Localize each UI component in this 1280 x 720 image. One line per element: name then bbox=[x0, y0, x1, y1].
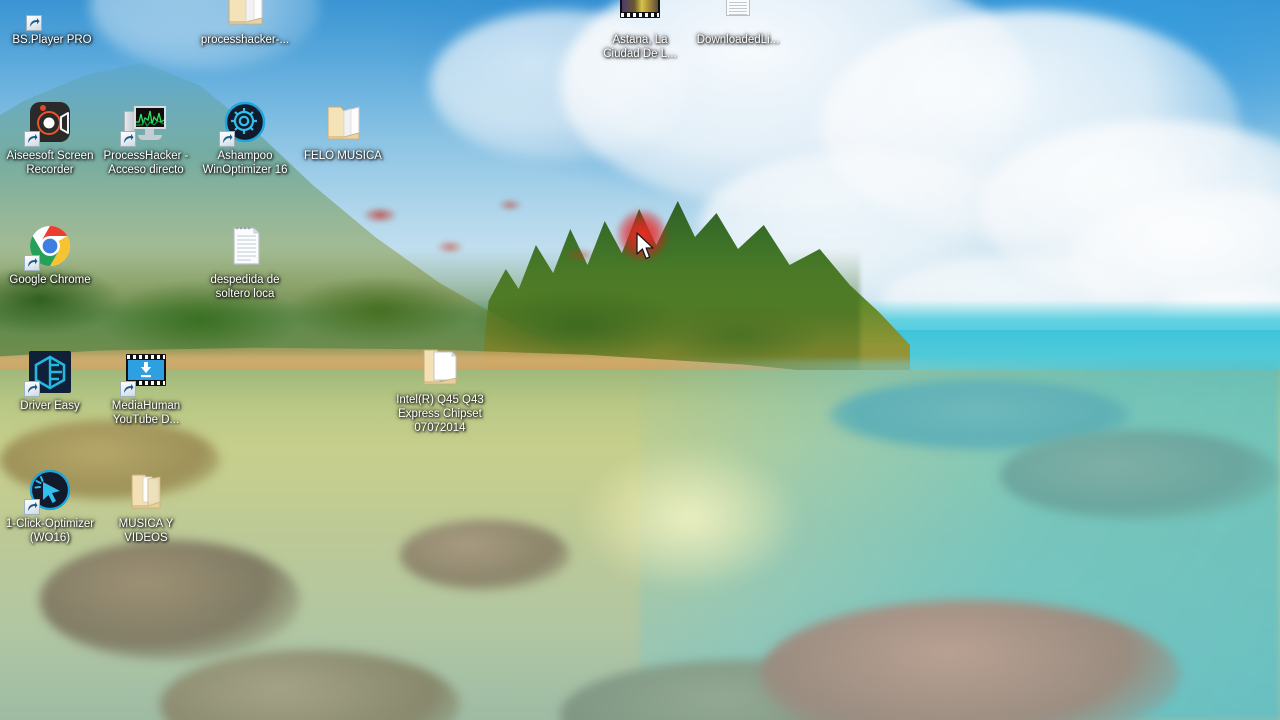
desktop-icon-driver-easy[interactable]: Driver Easy bbox=[2, 348, 98, 413]
desktop-icon-despedida-de-soltero-loca[interactable]: despedida de soltero loca bbox=[197, 222, 293, 301]
desktop-icon-process-hacker[interactable]: ProcessHacker - Acceso directo bbox=[98, 98, 194, 177]
click-cursor-circle-icon bbox=[24, 466, 74, 515]
wallpaper-rock bbox=[40, 540, 300, 660]
film-strip-icon bbox=[616, 0, 664, 30]
driver-easy-hexagon-icon bbox=[24, 348, 74, 397]
desktop-icon-bs-player-pro[interactable]: BS BS.Player PRO bbox=[4, 0, 100, 47]
wallpaper-rock bbox=[560, 660, 920, 720]
shortcut-arrow-icon bbox=[120, 131, 136, 147]
open-folder-icon bbox=[221, 0, 269, 30]
desktop-icon-felo-musica[interactable]: FELO MUSICA bbox=[295, 98, 391, 163]
documents-folder-icon bbox=[122, 466, 170, 514]
wallpaper-reef bbox=[1000, 430, 1280, 520]
shortcut-arrow-icon bbox=[24, 131, 40, 147]
wallpaper-red-brush bbox=[330, 185, 690, 275]
shortcut-arrow-icon bbox=[26, 15, 42, 31]
wallpaper-reef bbox=[830, 380, 1130, 450]
document-folder-icon bbox=[416, 342, 464, 390]
cloud bbox=[880, 255, 1170, 350]
shortcut-arrow-icon bbox=[24, 255, 40, 271]
desktop-icon-downloaded-list[interactable]: DownloadedLi... bbox=[690, 0, 786, 47]
desktop-icon-one-click-optimizer[interactable]: 1-Click-Optimizer (WO16) bbox=[2, 466, 98, 545]
wallpaper-lagoon-turquoise bbox=[640, 360, 1280, 720]
desktop-icon-aiseesoft-screen-recorder[interactable]: Aiseesoft Screen Recorder bbox=[2, 98, 98, 177]
chrome-icon bbox=[24, 222, 74, 271]
desktop-icon-label: FELO MUSICA bbox=[304, 150, 382, 162]
shortcut-arrow-icon bbox=[219, 131, 235, 147]
wallpaper-sun-glitter bbox=[520, 430, 860, 650]
desktop-icon-label: 1-Click-Optimizer (WO16) bbox=[5, 518, 95, 544]
shortcut-arrow-icon bbox=[120, 381, 136, 397]
click-highlight-effect bbox=[617, 210, 667, 260]
desktop-icon-label: Astana, La Ciudad De L... bbox=[603, 34, 677, 60]
bs-player-icon: BS bbox=[26, 0, 76, 31]
desktop-icon-musica-y-videos[interactable]: MUSICA Y VIDEOS bbox=[98, 466, 194, 545]
desktop-icon-label: Google Chrome bbox=[9, 274, 91, 286]
screen-recorder-icon bbox=[24, 98, 74, 147]
desktop-icon-label: BS.Player PRO bbox=[12, 34, 92, 46]
desktop-root[interactable]: BS BS.Player PRO processhacker-... bbox=[0, 0, 1280, 720]
desktop-icon-label: Intel(R) Q45 Q43 Express Chipset 0707201… bbox=[396, 394, 484, 434]
desktop-icon-label: DownloadedLi... bbox=[696, 34, 780, 46]
shortcut-arrow-icon bbox=[24, 499, 40, 515]
desktop-icon-label: MediaHuman YouTube D... bbox=[111, 400, 181, 426]
download-film-icon bbox=[120, 348, 170, 397]
wallpaper-rock bbox=[160, 650, 460, 720]
wallpaper-rock bbox=[400, 520, 570, 590]
desktop-icon-mediahuman-youtube-downloader[interactable]: MediaHuman YouTube D... bbox=[98, 348, 194, 427]
desktop-icon-label: ProcessHacker - Acceso directo bbox=[103, 150, 189, 176]
open-folder-icon bbox=[319, 98, 367, 146]
desktop-icon-label: Aiseesoft Screen Recorder bbox=[6, 150, 94, 176]
desktop-icon-label: MUSICA Y VIDEOS bbox=[118, 518, 174, 544]
monitor-graph-icon bbox=[120, 98, 170, 147]
desktop-icon-label: Ashampoo WinOptimizer 16 bbox=[202, 150, 288, 176]
desktop-icon-processhacker-folder[interactable]: processhacker-... bbox=[197, 0, 293, 47]
desktop-icon-label: despedida de soltero loca bbox=[210, 274, 280, 300]
desktop-icon-intel-chipset-folder[interactable]: Intel(R) Q45 Q43 Express Chipset 0707201… bbox=[392, 342, 488, 435]
desktop-icon-label: processhacker-... bbox=[200, 34, 290, 46]
desktop-icon-google-chrome[interactable]: Google Chrome bbox=[2, 222, 98, 287]
mouse-pointer-icon bbox=[636, 232, 658, 262]
desktop-icon-ashampoo-winoptimizer[interactable]: Ashampoo WinOptimizer 16 bbox=[197, 98, 293, 177]
notepad-document-icon bbox=[221, 222, 269, 270]
desktop-icon-label: Driver Easy bbox=[20, 400, 80, 412]
shortcut-arrow-icon bbox=[24, 381, 40, 397]
desktop-icon-astana-video[interactable]: Astana, La Ciudad De L... bbox=[592, 0, 688, 61]
text-document-icon bbox=[714, 0, 762, 30]
wallpaper-rock bbox=[760, 600, 1180, 720]
gear-circle-icon bbox=[219, 98, 269, 147]
